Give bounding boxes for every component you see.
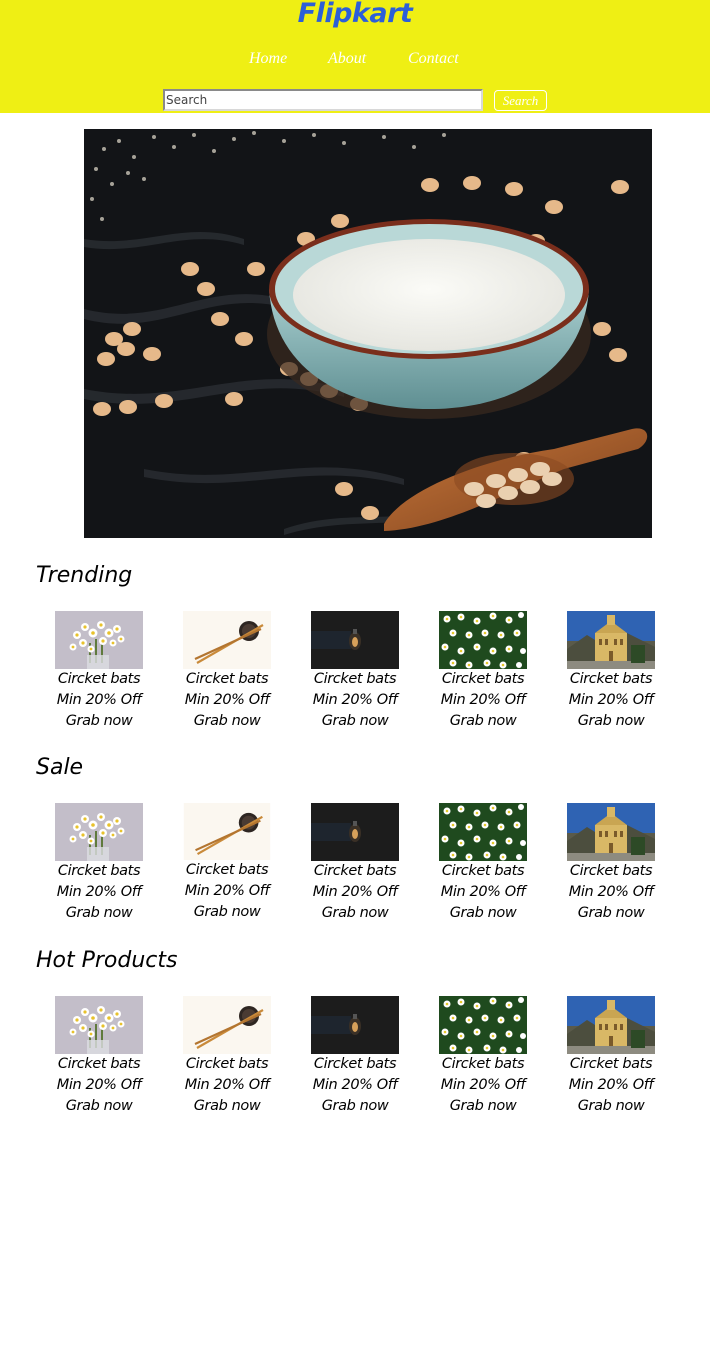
product-name: Circket bats xyxy=(185,671,269,687)
grab-now-link[interactable]: Grab now xyxy=(49,1096,149,1117)
product-card[interactable]: Circket bats Min 20% Off Grab now xyxy=(561,996,661,1117)
product-name: Circket bats xyxy=(57,671,141,687)
product-name: Circket bats xyxy=(57,1056,141,1072)
product-card[interactable]: Circket bats Min 20% Off Grab now xyxy=(433,611,533,732)
product-offer: Min 20% Off xyxy=(184,692,270,708)
product-image[interactable] xyxy=(311,803,399,861)
product-offer: Min 20% Off xyxy=(184,1077,270,1093)
product-image[interactable] xyxy=(183,803,271,860)
hero-banner-image xyxy=(84,129,652,538)
section-title-trending: Trending xyxy=(36,563,133,588)
search-button[interactable]: Search xyxy=(494,90,547,111)
product-card[interactable]: Circket bats Min 20% Off Grab now xyxy=(177,803,277,923)
product-image[interactable] xyxy=(439,996,527,1054)
nav-home-link[interactable]: Home xyxy=(249,50,287,68)
product-offer: Min 20% Off xyxy=(440,1077,526,1093)
product-offer: Min 20% Off xyxy=(312,1077,398,1093)
product-name: Circket bats xyxy=(313,863,397,879)
nav-contact-link[interactable]: Contact xyxy=(408,50,459,68)
grab-now-link[interactable]: Grab now xyxy=(49,903,149,924)
grab-now-link[interactable]: Grab now xyxy=(561,711,661,732)
product-offer: Min 20% Off xyxy=(440,692,526,708)
grab-now-link[interactable]: Grab now xyxy=(561,903,661,924)
product-name: Circket bats xyxy=(57,863,141,879)
nav-about-link[interactable]: About xyxy=(328,50,366,68)
product-name: Circket bats xyxy=(313,1056,397,1072)
product-name: Circket bats xyxy=(569,1056,653,1072)
search-input[interactable] xyxy=(163,89,483,111)
product-card[interactable]: Circket bats Min 20% Off Grab now xyxy=(561,611,661,732)
product-image[interactable] xyxy=(439,611,527,669)
product-image[interactable] xyxy=(439,803,527,861)
product-card[interactable]: Circket bats Min 20% Off Grab now xyxy=(305,996,405,1117)
grab-now-link[interactable]: Grab now xyxy=(305,1096,405,1117)
product-image[interactable] xyxy=(55,611,143,669)
grab-now-link[interactable]: Grab now xyxy=(177,1096,277,1117)
logo[interactable]: Flipkart xyxy=(0,0,710,29)
product-name: Circket bats xyxy=(313,671,397,687)
product-image[interactable] xyxy=(311,611,399,669)
product-card[interactable]: Circket bats Min 20% Off Grab now xyxy=(177,611,277,732)
product-offer: Min 20% Off xyxy=(568,884,654,900)
grab-now-link[interactable]: Grab now xyxy=(433,903,533,924)
product-name: Circket bats xyxy=(185,862,269,878)
product-offer: Min 20% Off xyxy=(312,692,398,708)
grab-now-link[interactable]: Grab now xyxy=(177,902,277,923)
grab-now-link[interactable]: Grab now xyxy=(305,903,405,924)
product-card[interactable]: Circket bats Min 20% Off Grab now xyxy=(49,803,149,924)
product-offer: Min 20% Off xyxy=(568,692,654,708)
product-card[interactable]: Circket bats Min 20% Off Grab now xyxy=(433,803,533,924)
product-image[interactable] xyxy=(55,996,143,1054)
grab-now-link[interactable]: Grab now xyxy=(177,711,277,732)
product-offer: Min 20% Off xyxy=(184,883,270,899)
product-card[interactable]: Circket bats Min 20% Off Grab now xyxy=(305,611,405,732)
product-card[interactable]: Circket bats Min 20% Off Grab now xyxy=(561,803,661,924)
product-card[interactable]: Circket bats Min 20% Off Grab now xyxy=(49,996,149,1117)
product-card[interactable]: Circket bats Min 20% Off Grab now xyxy=(177,996,277,1117)
product-offer: Min 20% Off xyxy=(56,1077,142,1093)
product-image[interactable] xyxy=(567,611,655,669)
product-offer: Min 20% Off xyxy=(568,1077,654,1093)
product-card[interactable]: Circket bats Min 20% Off Grab now xyxy=(49,611,149,732)
product-name: Circket bats xyxy=(569,671,653,687)
grab-now-link[interactable]: Grab now xyxy=(433,1096,533,1117)
product-image[interactable] xyxy=(55,803,143,861)
site-header: Flipkart Home About Contact Search xyxy=(0,0,710,113)
grab-now-link[interactable]: Grab now xyxy=(433,711,533,732)
product-card[interactable]: Circket bats Min 20% Off Grab now xyxy=(305,803,405,924)
product-image[interactable] xyxy=(567,996,655,1054)
product-name: Circket bats xyxy=(441,863,525,879)
product-name: Circket bats xyxy=(569,863,653,879)
product-name: Circket bats xyxy=(441,671,525,687)
section-title-sale: Sale xyxy=(36,755,84,780)
product-image[interactable] xyxy=(311,996,399,1054)
product-name: Circket bats xyxy=(441,1056,525,1072)
product-name: Circket bats xyxy=(185,1056,269,1072)
product-offer: Min 20% Off xyxy=(312,884,398,900)
grab-now-link[interactable]: Grab now xyxy=(561,1096,661,1117)
grab-now-link[interactable]: Grab now xyxy=(305,711,405,732)
main-nav: Home About Contact xyxy=(0,50,710,72)
section-title-hot-products: Hot Products xyxy=(36,948,178,973)
product-offer: Min 20% Off xyxy=(56,692,142,708)
product-offer: Min 20% Off xyxy=(56,884,142,900)
product-card[interactable]: Circket bats Min 20% Off Grab now xyxy=(433,996,533,1117)
grab-now-link[interactable]: Grab now xyxy=(49,711,149,732)
product-image[interactable] xyxy=(567,803,655,861)
product-image[interactable] xyxy=(183,996,271,1054)
product-offer: Min 20% Off xyxy=(440,884,526,900)
product-image[interactable] xyxy=(183,611,271,669)
